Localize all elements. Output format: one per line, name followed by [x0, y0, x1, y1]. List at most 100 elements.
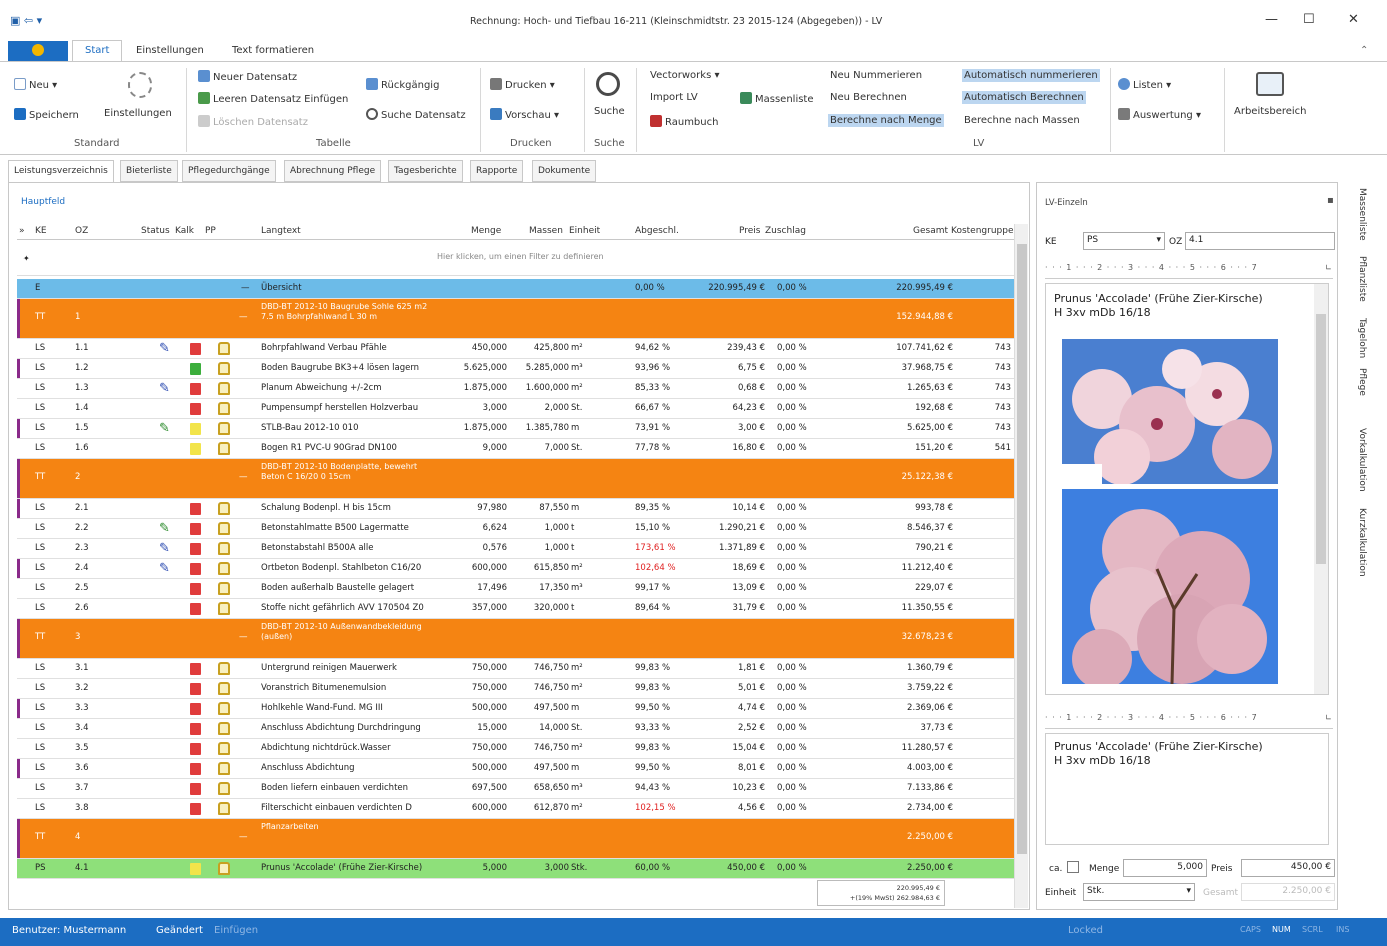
tab-start[interactable]: Start [72, 40, 123, 62]
table-row[interactable]: LS 1.1 ✎ Bohrpfahlwand Verbau Pfähle 450,000… [17, 339, 1017, 359]
lock-icon[interactable] [218, 742, 230, 755]
quick-access-toolbar[interactable]: ▣ ⇦ ▾ [10, 14, 42, 27]
lock-icon[interactable] [218, 382, 230, 395]
table-row[interactable]: LS 3.4 Anschluss Abdichtung Durchdringung 1… [17, 719, 1017, 739]
status-pin-icon[interactable]: ✎ [159, 541, 170, 556]
calculator-icon[interactable] [190, 663, 201, 675]
side-tab-pflanzliste[interactable]: Pflanzliste [1357, 256, 1367, 302]
description-editor[interactable]: Prunus 'Accolade' (Frühe Zier-Kirsche) H… [1045, 283, 1329, 695]
calculator-icon[interactable] [190, 723, 201, 735]
table-row[interactable]: LS 1.3 ✎ Planum Abweichung +/-2cm 1.875,000 1… [17, 379, 1017, 399]
lock-icon[interactable] [218, 662, 230, 675]
hauptfeld-link[interactable]: Hauptfeld [21, 197, 65, 207]
loeschen-datensatz-button[interactable]: Löschen Datensatz [198, 115, 308, 128]
tab-rapporte[interactable]: Rapporte [470, 160, 524, 182]
lock-icon[interactable] [218, 802, 230, 815]
einheit-select[interactable]: Stk. ▾ [1083, 883, 1195, 901]
lock-icon[interactable] [218, 582, 230, 595]
auswertung-button[interactable]: Auswertung ▾ [1118, 108, 1201, 121]
overview-row[interactable]: E — Übersicht 0,00 % 220.995,49 € 0,00 % 220.9… [17, 279, 1017, 299]
collapse-icon[interactable]: — [239, 472, 248, 482]
berechne-massen-toggle[interactable]: Berechne nach Massen [964, 115, 1080, 126]
status-pin-icon[interactable]: ✎ [159, 421, 170, 436]
table-row[interactable]: LS 2.6 Stoffe nicht gefährlich AVV 170504 … [17, 599, 1017, 619]
calculator-icon[interactable] [190, 423, 201, 435]
col-expand[interactable]: » [19, 226, 25, 236]
editor-scrollbar[interactable] [1314, 284, 1328, 694]
table-row[interactable]: LS 3.7 Boden liefern einbauen verdichten 69… [17, 779, 1017, 799]
calculator-icon[interactable] [190, 343, 201, 355]
side-tab-pflege[interactable]: Pflege [1357, 368, 1367, 396]
lock-icon[interactable] [218, 422, 230, 435]
grid-vertical-scrollbar[interactable] [1014, 224, 1028, 908]
lock-icon[interactable] [218, 342, 230, 355]
calculator-icon[interactable] [190, 503, 201, 515]
table-row[interactable]: LS 3.1 Untergrund reinigen Mauerwerk 750,00… [17, 659, 1017, 679]
side-tab-kurzkalkulation[interactable]: Kurzkalkulation [1357, 508, 1367, 577]
side-tab-massenliste[interactable]: Massenliste [1357, 188, 1367, 241]
calculator-icon[interactable] [190, 703, 201, 715]
tab-einstellungen[interactable]: Einstellungen [136, 45, 204, 56]
col-einheit[interactable]: Einheit [569, 226, 600, 236]
neu-berechnen-button[interactable]: Neu Berechnen [830, 92, 907, 103]
col-langtext[interactable]: Langtext [261, 226, 301, 236]
neu-nummerieren-button[interactable]: Neu Nummerieren [830, 70, 922, 81]
calculator-icon[interactable] [190, 523, 201, 535]
menge-field[interactable]: 5,000 [1123, 859, 1207, 877]
lock-icon[interactable] [218, 702, 230, 715]
suche-datensatz-button[interactable]: Suche Datensatz [366, 108, 466, 121]
table-row[interactable]: LS 2.4 ✎ Ortbeton Bodenpl. Stahlbeton C16/2… [17, 559, 1017, 579]
filter-row[interactable]: ✦ Hier klicken, um einen Filter zu defin… [17, 240, 1017, 276]
leeren-datensatz-button[interactable]: Leeren Datensatz Einfügen [198, 92, 348, 105]
einstellungen-button[interactable]: Einstellungen [104, 108, 172, 119]
speichern-button[interactable]: Speichern [14, 108, 79, 121]
side-tab-vorkalkulation[interactable]: Vorkalkulation [1357, 428, 1367, 492]
oz-field[interactable]: 4.1 [1185, 232, 1335, 250]
close-button[interactable]: ✕ [1348, 12, 1359, 27]
lock-icon[interactable] [218, 442, 230, 455]
lock-icon[interactable] [218, 502, 230, 515]
calculator-icon[interactable] [190, 763, 201, 775]
neuer-datensatz-button[interactable]: Neuer Datensatz [198, 70, 297, 83]
calculator-icon[interactable] [190, 543, 201, 555]
tab-leistungsverzeichnis[interactable]: Leistungsverzeichnis [8, 160, 114, 182]
calculator-icon[interactable] [190, 863, 201, 875]
table-row[interactable]: LS 2.2 ✎ Betonstahlmatte B500 Lagermatte 6,6… [17, 519, 1017, 539]
table-row[interactable]: LS 1.4 Pumpensumpf herstellen Holzverbau 3,… [17, 399, 1017, 419]
group-row[interactable]: TT 1 — DBD-BT 2012-10 Baugrube Sohle 625 m2… [17, 299, 1017, 339]
scrollbar-thumb[interactable] [1017, 244, 1027, 854]
lock-icon[interactable] [218, 682, 230, 695]
neu-button[interactable]: Neu ▾ [14, 78, 57, 91]
minimize-button[interactable]: — [1265, 12, 1278, 27]
col-gesamt[interactable]: Gesamt [913, 226, 948, 236]
rueckgaengig-button[interactable]: Rückgängig [366, 78, 439, 91]
col-massen[interactable]: Massen [529, 226, 563, 236]
tab-text-formatieren[interactable]: Text formatieren [232, 45, 314, 56]
lock-icon[interactable] [218, 602, 230, 615]
calculator-icon[interactable] [190, 683, 201, 695]
calculator-icon[interactable] [190, 803, 201, 815]
col-oz[interactable]: OZ [75, 226, 88, 236]
calculator-icon[interactable] [190, 743, 201, 755]
status-pin-icon[interactable]: ✎ [159, 521, 170, 536]
table-row[interactable]: LS 3.5 Abdichtung nichtdrück.Wasser 750,000… [17, 739, 1017, 759]
auto-berechnen-toggle[interactable]: Automatisch Berechnen [962, 91, 1086, 104]
table-row[interactable]: LS 3.2 Voranstrich Bitumenemulsion 750,000 7… [17, 679, 1017, 699]
collapse-icon[interactable]: — [239, 832, 248, 842]
table-row[interactable]: LS 3.3 Hohlkehle Wand-Fund. MG III 500,000 4… [17, 699, 1017, 719]
suche-button[interactable]: Suche [594, 106, 625, 117]
short-text-editor[interactable]: Prunus 'Accolade' (Frühe Zier-Kirsche) H… [1045, 733, 1329, 845]
tab-bieterliste[interactable]: Bieterliste [120, 160, 178, 182]
import-lv-button[interactable]: Import LV [650, 92, 698, 103]
col-zuschlag[interactable]: Zuschlag [765, 226, 806, 236]
lock-icon[interactable] [218, 562, 230, 575]
col-ke[interactable]: KE [35, 226, 47, 236]
calculator-icon[interactable] [190, 583, 201, 595]
listen-button[interactable]: Listen ▾ [1118, 78, 1171, 91]
col-pp[interactable]: PP [205, 226, 216, 236]
table-row[interactable]: LS 1.2 Boden Baugrube BK3+4 lösen lagern 5.… [17, 359, 1017, 379]
status-pin-icon[interactable]: ✎ [159, 381, 170, 396]
side-tab-tagelohn[interactable]: Tagelohn [1357, 318, 1367, 358]
lock-icon[interactable] [218, 762, 230, 775]
ke-select[interactable]: PS ▾ [1083, 232, 1165, 250]
